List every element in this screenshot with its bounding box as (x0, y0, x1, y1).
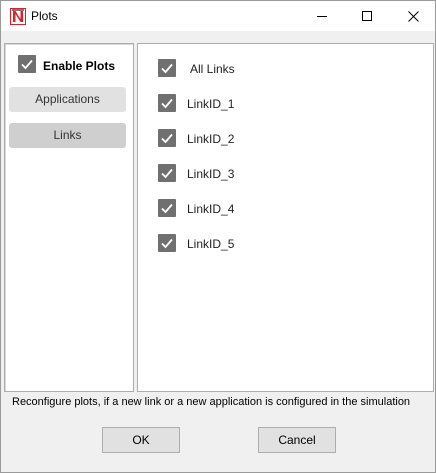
netsim-logo-icon (10, 8, 26, 25)
sidebar-item-links[interactable]: Links (9, 123, 126, 148)
checkmark-icon (161, 133, 173, 144)
checkmark-icon (161, 168, 173, 179)
link-checkbox[interactable] (158, 164, 176, 182)
link-label: All Links (190, 62, 235, 76)
maximize-button[interactable] (344, 1, 390, 31)
minimize-button[interactable] (299, 1, 345, 31)
close-button[interactable] (390, 1, 436, 31)
link-checkbox[interactable] (158, 129, 176, 147)
link-label: LinkID_2 (187, 132, 235, 146)
link-label: LinkID_5 (187, 237, 235, 251)
title-bar: Plots (1, 1, 435, 31)
checkmark-icon (161, 203, 173, 214)
link-checkbox[interactable] (158, 234, 176, 252)
cancel-button[interactable]: Cancel (258, 427, 336, 453)
link-checkbox[interactable] (158, 199, 176, 217)
plot-category-panel: Enable Plots Applications Links (4, 43, 134, 392)
checkmark-icon (161, 63, 173, 74)
enable-plots-checkbox[interactable] (18, 55, 36, 73)
ok-button[interactable]: OK (102, 427, 180, 453)
plots-dialog: Plots Enable Plots Applications Links Al… (0, 0, 436, 473)
minimize-icon (317, 16, 327, 17)
link-label: LinkID_4 (187, 202, 235, 216)
checkmark-icon (21, 59, 33, 70)
links-panel: All Links LinkID_1 LinkID_2 LinkID_3 Lin… (137, 43, 434, 392)
link-label: LinkID_3 (187, 167, 235, 181)
window-title: Plots (31, 9, 58, 23)
maximize-icon (362, 11, 372, 21)
enable-plots-label: Enable Plots (43, 59, 116, 73)
link-label: LinkID_1 (187, 97, 235, 111)
close-icon (407, 10, 419, 22)
checkmark-icon (161, 238, 173, 249)
sidebar-item-applications[interactable]: Applications (9, 87, 126, 112)
link-checkbox[interactable] (158, 94, 176, 112)
checkmark-icon (161, 98, 173, 109)
all-links-checkbox[interactable] (158, 59, 176, 77)
info-text: Reconfigure plots, if a new link or a ne… (12, 396, 411, 408)
